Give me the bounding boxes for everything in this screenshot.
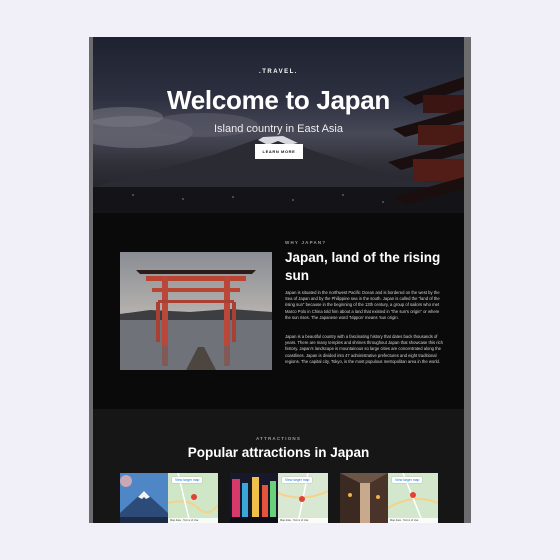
view-larger-map-link[interactable]: View larger map (282, 477, 313, 483)
torii-gate-image (120, 252, 272, 370)
map-attribution: Map data · Terms of Use (388, 518, 438, 523)
brand-logo: .TRAVEL. (259, 69, 298, 75)
view-larger-map-link[interactable]: View larger map (172, 477, 203, 483)
kyoto-street-photo (340, 473, 388, 523)
attractions-section: ATTRACTIONS Popular attractions in Japan (93, 409, 464, 523)
hero-section: .TRAVEL. Welcome to Japan Island country… (93, 37, 464, 213)
embedded-map[interactable]: View larger map Map data · Terms of Use (277, 473, 328, 523)
about-title: Japan, land of the rising sun (285, 250, 441, 283)
attraction-card: View larger map Map data · Terms of Use (340, 473, 438, 523)
hero-title: Welcome to Japan (166, 85, 390, 115)
learn-more-button[interactable]: LEARN MORE (255, 144, 303, 159)
embedded-map[interactable]: View larger map Map data · Terms of Use (387, 473, 438, 523)
attractions-eyebrow: ATTRACTIONS (255, 436, 302, 441)
about-eyebrow: WHY JAPAN? (285, 240, 327, 245)
attractions-title: Popular attractions in Japan (187, 445, 370, 460)
view-larger-map-link[interactable]: View larger map (392, 477, 423, 483)
mount-fuji-photo (120, 473, 168, 523)
about-section: WHY JAPAN? Japan, land of the rising sun… (93, 213, 464, 409)
about-paragraph-2: Japan is a beautiful country with a fasc… (285, 334, 443, 364)
website-page: .TRAVEL. Welcome to Japan Island country… (93, 37, 464, 523)
map-attribution: Map data · Terms of Use (168, 518, 218, 523)
attraction-card: View larger map Map data · Terms of Use (120, 473, 218, 523)
about-paragraph-1: Japan is situated in the northwest Pacif… (285, 290, 440, 320)
tokyo-night-photo (230, 473, 278, 523)
attraction-card: View larger map Map data · Terms of Use (230, 473, 328, 523)
map-attribution: Map data · Terms of Use (278, 518, 328, 523)
hero-subtitle: Island country in East Asia (213, 123, 343, 135)
embedded-map[interactable]: View larger map Map data · Terms of Use (167, 473, 218, 523)
